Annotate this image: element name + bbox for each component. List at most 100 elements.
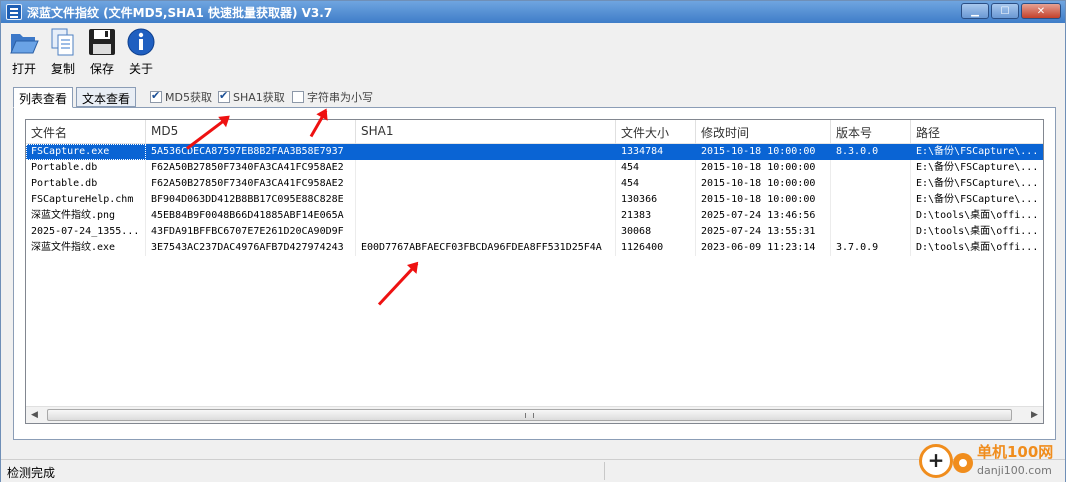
status-bar: 检测完成 bbox=[1, 459, 1065, 482]
column-header-sha1[interactable]: SHA1 bbox=[356, 120, 616, 144]
copy-label: 复制 bbox=[50, 62, 75, 76]
window-title: 深蓝文件指纹 (文件MD5,SHA1 快速批量获取器) V3.7 bbox=[27, 6, 333, 20]
watermark-site-name: 单机100网 bbox=[977, 443, 1054, 461]
cell-path: D:\tools\桌面\offi... bbox=[911, 208, 1043, 224]
cell-filename: 2025-07-24_1355... bbox=[26, 224, 146, 240]
cell-version bbox=[831, 160, 911, 176]
table-row[interactable]: Portable.db F62A50B27850F7340FA3CA41FC95… bbox=[26, 160, 1043, 176]
cell-filename: 深蓝文件指纹.png bbox=[26, 208, 146, 224]
scrollbar-thumb[interactable] bbox=[47, 409, 1012, 421]
table-row[interactable]: 2025-07-24_1355... 43FDA91BFFBC6707E7E26… bbox=[26, 224, 1043, 240]
cell-version bbox=[831, 176, 911, 192]
cell-path: D:\tools\桌面\offi... bbox=[911, 240, 1043, 256]
table-row[interactable]: 深蓝文件指纹.exe 3E7543AC237DAC4976AFB7D427974… bbox=[26, 240, 1043, 256]
column-header-filename[interactable]: 文件名 bbox=[26, 120, 146, 144]
window-controls: ▁ ☐ ✕ bbox=[961, 3, 1061, 19]
cell-version bbox=[831, 208, 911, 224]
cell-size: 1334784 bbox=[616, 144, 696, 160]
cell-sha1: E00D7767ABFAECF03FBCDA96FDEA8FF531D25F4A bbox=[356, 240, 616, 256]
cell-version bbox=[831, 224, 911, 240]
table-row[interactable]: FSCaptureHelp.chm BF904D063DD412B8BB17C0… bbox=[26, 192, 1043, 208]
tab-text-view[interactable]: 文本查看 bbox=[76, 87, 137, 107]
watermark-logo: + 单机100网 danji100.com bbox=[917, 441, 1066, 482]
cell-size: 1126400 bbox=[616, 240, 696, 256]
file-list-table[interactable]: 文件名 MD5 SHA1 文件大小 修改时间 版本号 路径 FSCapture.… bbox=[25, 119, 1044, 424]
cell-md5: 5A536CDECA87597EB8B2FAA3B58E7937 bbox=[146, 144, 356, 160]
column-header-size[interactable]: 文件大小 bbox=[616, 120, 696, 144]
about-button[interactable]: 关于 bbox=[121, 27, 161, 76]
sha1-checkbox[interactable] bbox=[218, 89, 230, 103]
cell-sha1 bbox=[356, 160, 616, 176]
about-label: 关于 bbox=[128, 62, 153, 76]
cell-path: E:\备份\FSCapture\... bbox=[911, 160, 1043, 176]
column-header-path[interactable]: 路径 bbox=[911, 120, 1043, 144]
table-header: 文件名 MD5 SHA1 文件大小 修改时间 版本号 路径 bbox=[26, 120, 1043, 144]
app-icon bbox=[6, 4, 22, 20]
cell-md5: F62A50B27850F7340FA3CA41FC958AE2 bbox=[146, 160, 356, 176]
scroll-right-arrow-icon[interactable]: ▶ bbox=[1026, 407, 1043, 423]
cell-md5: F62A50B27850F7340FA3CA41FC958AE2 bbox=[146, 176, 356, 192]
cell-path: E:\备份\FSCapture\... bbox=[911, 144, 1043, 160]
sha1-option[interactable]: SHA1获取 bbox=[218, 89, 285, 105]
folder-open-icon bbox=[10, 34, 39, 54]
cell-md5: BF904D063DD412B8BB17C095E88C828E bbox=[146, 192, 356, 208]
cell-modified: 2015-10-18 10:00:00 bbox=[696, 176, 831, 192]
sha1-option-label: SHA1获取 bbox=[233, 91, 285, 104]
cell-path: E:\备份\FSCapture\... bbox=[911, 192, 1043, 208]
cell-sha1 bbox=[356, 176, 616, 192]
cell-md5: 3E7543AC237DAC4976AFB7D427974243 bbox=[146, 240, 356, 256]
table-row[interactable]: 深蓝文件指纹.png 45EB84B9F0048B66D41885ABF14E0… bbox=[26, 208, 1043, 224]
copy-button[interactable]: 复制 bbox=[43, 27, 83, 76]
md5-checkbox[interactable] bbox=[150, 89, 162, 103]
cell-md5: 45EB84B9F0048B66D41885ABF14E065A bbox=[146, 208, 356, 224]
cell-filename: FSCapture.exe bbox=[26, 144, 146, 160]
cell-filename: Portable.db bbox=[26, 176, 146, 192]
md5-option[interactable]: MD5获取 bbox=[150, 89, 212, 105]
cell-version: 8.3.0.0 bbox=[831, 144, 911, 160]
copy-icon bbox=[51, 28, 74, 56]
cell-sha1 bbox=[356, 144, 616, 160]
cell-sha1 bbox=[356, 192, 616, 208]
column-header-md5[interactable]: MD5 bbox=[146, 120, 356, 144]
cell-modified: 2015-10-18 10:00:00 bbox=[696, 160, 831, 176]
cell-version bbox=[831, 192, 911, 208]
close-button[interactable]: ✕ bbox=[1021, 3, 1061, 19]
cell-modified: 2025-07-24 13:46:56 bbox=[696, 208, 831, 224]
open-button[interactable]: 打开 bbox=[4, 27, 44, 76]
tab-list-view[interactable]: 列表查看 bbox=[13, 87, 74, 108]
cell-path: D:\tools\桌面\offi... bbox=[911, 224, 1043, 240]
cell-version: 3.7.0.9 bbox=[831, 240, 911, 256]
lowercase-option[interactable]: 字符串为小写 bbox=[292, 89, 373, 105]
status-text: 检测完成 bbox=[7, 466, 56, 480]
minimize-button[interactable]: ▁ bbox=[961, 3, 989, 19]
save-label: 保存 bbox=[89, 62, 114, 76]
orange-dot-icon bbox=[953, 453, 973, 473]
column-header-modified[interactable]: 修改时间 bbox=[696, 120, 831, 144]
watermark-url: danji100.com bbox=[977, 464, 1052, 477]
cell-md5: 43FDA91BFFBC6707E7E261D20CA90D9F bbox=[146, 224, 356, 240]
cell-size: 454 bbox=[616, 160, 696, 176]
cell-modified: 2015-10-18 10:00:00 bbox=[696, 144, 831, 160]
lowercase-checkbox[interactable] bbox=[292, 91, 304, 103]
column-header-version[interactable]: 版本号 bbox=[831, 120, 911, 144]
open-label: 打开 bbox=[11, 62, 36, 76]
maximize-button[interactable]: ☐ bbox=[991, 3, 1019, 19]
cell-filename: FSCaptureHelp.chm bbox=[26, 192, 146, 208]
title-bar[interactable]: 深蓝文件指纹 (文件MD5,SHA1 快速批量获取器) V3.7 ▁ ☐ ✕ bbox=[1, 1, 1065, 23]
table-body: FSCapture.exe 5A536CDECA87597EB8B2FAA3B5… bbox=[26, 144, 1043, 256]
table-row[interactable]: FSCapture.exe 5A536CDECA87597EB8B2FAA3B5… bbox=[26, 144, 1043, 160]
horizontal-scrollbar[interactable]: ◀ ▶ bbox=[26, 406, 1043, 423]
scroll-left-arrow-icon[interactable]: ◀ bbox=[26, 407, 43, 423]
cell-size: 21383 bbox=[616, 208, 696, 224]
cell-sha1 bbox=[356, 208, 616, 224]
table-row[interactable]: Portable.db F62A50B27850F7340FA3CA41FC95… bbox=[26, 176, 1043, 192]
cell-size: 454 bbox=[616, 176, 696, 192]
md5-option-label: MD5获取 bbox=[165, 91, 212, 104]
cell-path: E:\备份\FSCapture\... bbox=[911, 176, 1043, 192]
lowercase-option-label: 字符串为小写 bbox=[307, 91, 373, 104]
save-button[interactable]: 保存 bbox=[82, 27, 122, 76]
status-divider bbox=[604, 462, 605, 480]
cell-modified: 2023-06-09 11:23:14 bbox=[696, 240, 831, 256]
cell-size: 130366 bbox=[616, 192, 696, 208]
cell-modified: 2015-10-18 10:00:00 bbox=[696, 192, 831, 208]
